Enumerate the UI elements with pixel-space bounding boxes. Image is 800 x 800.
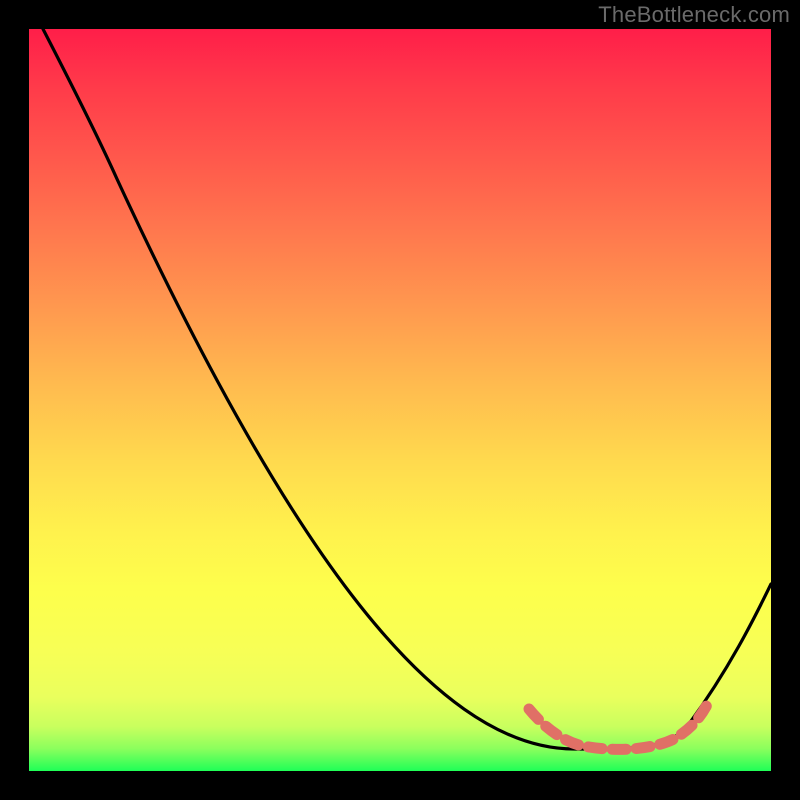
bottleneck-curve xyxy=(43,29,771,749)
chart-container: TheBottleneck.com xyxy=(0,0,800,800)
chart-svg xyxy=(29,29,771,771)
optimal-range-marker xyxy=(529,701,709,749)
watermark-text: TheBottleneck.com xyxy=(598,2,790,28)
plot-area xyxy=(29,29,771,771)
